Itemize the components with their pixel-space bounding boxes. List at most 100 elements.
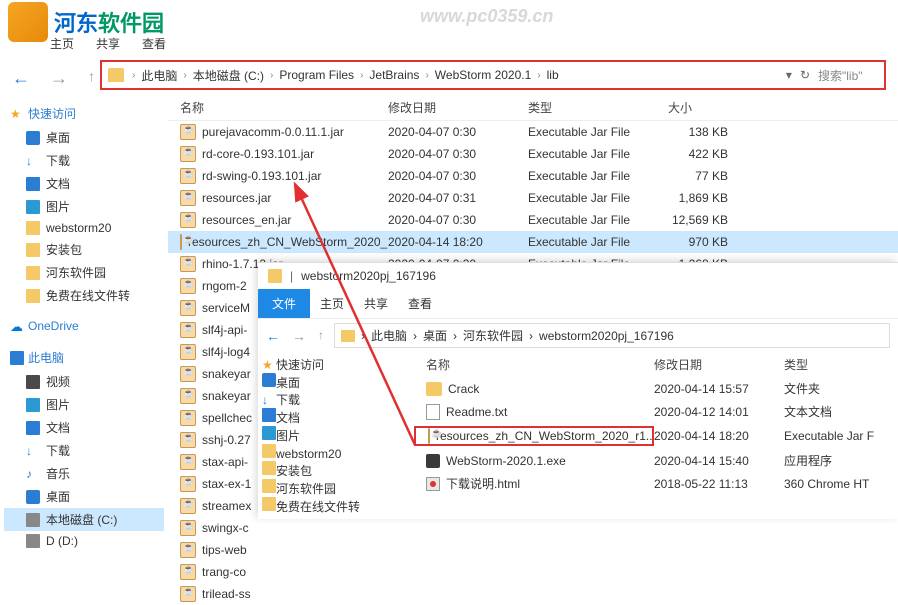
file-row[interactable]: 下载说明.html2018-05-22 11:13360 Chrome HT: [414, 472, 898, 495]
this-pc[interactable]: 此电脑: [4, 345, 164, 370]
chevron-right-icon: ›: [425, 70, 428, 81]
file-row[interactable]: Crack2020-04-14 15:57文件夹: [414, 377, 898, 400]
sidebar-item-pictures[interactable]: 图片: [4, 393, 164, 416]
header-date[interactable]: 修改日期: [654, 356, 784, 373]
nav-back-icon[interactable]: ←: [266, 328, 280, 344]
breadcrumb-part[interactable]: 河东软件园: [463, 327, 523, 344]
tab-home[interactable]: 主页: [310, 289, 354, 318]
header-type[interactable]: 类型: [528, 99, 668, 116]
disk-icon: [26, 534, 40, 548]
sidebar-item-folder[interactable]: webstorm20: [262, 444, 410, 461]
file-row[interactable]: resources_en.jar2020-04-07 0:30Executabl…: [168, 209, 898, 231]
nav-up-icon[interactable]: ↑: [318, 328, 324, 344]
sidebar-item-desktop[interactable]: 桌面: [4, 485, 164, 508]
breadcrumb-part[interactable]: JetBrains: [369, 68, 419, 82]
file-row[interactable]: resources_zh_CN_WebStorm_2020_r1...2020-…: [414, 423, 898, 449]
file-date: 2020-04-14 15:40: [654, 454, 784, 468]
file-row[interactable]: purejavacomm-0.0.11.1.jar2020-04-07 0:30…: [168, 121, 898, 143]
picture-icon: [26, 398, 40, 412]
quick-access[interactable]: 快速访问: [4, 101, 164, 126]
tab-share[interactable]: 共享: [94, 31, 122, 56]
file-row[interactable]: resources_zh_CN_WebStorm_2020_r1...2020-…: [168, 231, 898, 253]
tab-view[interactable]: 查看: [140, 31, 168, 56]
header-name[interactable]: 名称: [414, 356, 654, 373]
header-size[interactable]: 大小: [668, 99, 748, 116]
sidebar-item-folder[interactable]: 免费在线文件转: [4, 284, 164, 307]
nav-back-icon[interactable]: ←: [12, 68, 30, 89]
file-row[interactable]: rd-swing-0.193.101.jar2020-04-07 0:30Exe…: [168, 165, 898, 187]
sidebar-item-desktop[interactable]: 桌面: [262, 373, 410, 391]
sidebar-item-downloads[interactable]: 下载: [4, 439, 164, 462]
file-row[interactable]: WebStorm-2020.1.exe2020-04-14 15:40应用程序: [414, 449, 898, 472]
file-row[interactable]: resources.jar2020-04-07 0:31Executable J…: [168, 187, 898, 209]
sidebar-item-downloads[interactable]: 下载: [262, 391, 410, 408]
breadcrumb-part[interactable]: 此电脑: [371, 327, 407, 344]
breadcrumb-part[interactable]: 此电脑: [141, 67, 177, 84]
star-icon: [262, 358, 276, 372]
sidebar-item-disk-c[interactable]: 本地磁盘 (C:): [4, 508, 164, 531]
refresh-icon[interactable]: ↻: [800, 68, 810, 82]
breadcrumb-part[interactable]: Program Files: [279, 68, 354, 82]
breadcrumb-part[interactable]: WebStorm 2020.1: [435, 68, 532, 82]
onedrive[interactable]: OneDrive: [4, 315, 164, 337]
file-name: snakeyar: [202, 389, 251, 403]
picture-icon: [26, 200, 40, 214]
sidebar-item-folder[interactable]: 河东软件园: [4, 261, 164, 284]
breadcrumb-part[interactable]: webstorm2020pj_167196: [539, 329, 674, 343]
sidebar-item-folder[interactable]: 免费在线文件转: [262, 497, 410, 515]
folder-icon: [108, 68, 124, 82]
tab-view[interactable]: 查看: [398, 289, 442, 318]
file-row[interactable]: trilead-ss: [168, 583, 898, 605]
file-tab[interactable]: 文件: [258, 289, 310, 318]
file-name: spellchec: [202, 411, 252, 425]
sidebar-item-pictures[interactable]: 图片: [4, 195, 164, 218]
file-name: resources_en.jar: [202, 213, 291, 227]
sidebar-item-documents[interactable]: 文档: [4, 416, 164, 439]
address-bar[interactable]: › 此电脑 › 桌面 › 河东软件园 › webstorm2020pj_1671…: [334, 323, 890, 348]
sidebar-item-folder[interactable]: 河东软件园: [262, 479, 410, 497]
file-row[interactable]: tips-web: [168, 539, 898, 561]
tab-home[interactable]: 主页: [48, 31, 76, 56]
file-row[interactable]: Readme.txt2020-04-12 14:01文本文档: [414, 400, 898, 423]
file-row[interactable]: rd-core-0.193.101.jar2020-04-07 0:30Exec…: [168, 143, 898, 165]
sidebar-item-desktop[interactable]: 桌面: [4, 126, 164, 149]
dropdown-icon[interactable]: ▾: [786, 68, 792, 82]
sidebar-item-folder[interactable]: 安装包: [4, 238, 164, 261]
sidebar-item-videos[interactable]: 视频: [4, 370, 164, 393]
file-type: Executable Jar File: [528, 213, 668, 227]
file-name: serviceM: [202, 301, 250, 315]
sidebar-item-documents[interactable]: 文档: [4, 172, 164, 195]
header-type[interactable]: 类型: [784, 356, 894, 373]
breadcrumb-part[interactable]: 本地磁盘 (C:): [193, 67, 264, 84]
breadcrumb-part[interactable]: 桌面: [423, 327, 447, 344]
file-row[interactable]: trang-co: [168, 561, 898, 583]
chevron-right-icon: ›: [529, 329, 533, 343]
file-date: 2020-04-07 0:30: [388, 169, 528, 183]
header-date[interactable]: 修改日期: [388, 99, 528, 116]
nav-forward-icon[interactable]: →: [292, 328, 306, 344]
tab-share[interactable]: 共享: [354, 289, 398, 318]
sidebar-item-documents[interactable]: 文档: [262, 408, 410, 426]
sidebar-item-downloads[interactable]: 下载: [4, 149, 164, 172]
jar-icon: [180, 498, 196, 514]
file-date: 2020-04-07 0:30: [388, 125, 528, 139]
header-name[interactable]: 名称: [168, 99, 388, 116]
breadcrumb[interactable]: › 此电脑 › 本地磁盘 (C:) › Program Files › JetB…: [132, 67, 786, 84]
chevron-right-icon: ›: [360, 70, 363, 81]
sidebar-item-folder[interactable]: 安装包: [262, 461, 410, 479]
search-input[interactable]: 搜索"lib": [818, 67, 878, 84]
address-bar[interactable]: › 此电脑 › 本地磁盘 (C:) › Program Files › JetB…: [100, 60, 886, 90]
sidebar-item-music[interactable]: 音乐: [4, 462, 164, 485]
breadcrumb-part[interactable]: lib: [547, 68, 559, 82]
jar-icon: [180, 454, 196, 470]
file-type: Executable Jar File: [528, 125, 668, 139]
file-name: resources_zh_CN_WebStorm_2020_r1...: [188, 235, 388, 249]
file-row[interactable]: swingx-c: [168, 517, 898, 539]
file-size: 970 KB: [668, 235, 748, 249]
nav-up-icon[interactable]: ↑: [88, 68, 95, 89]
sidebar-item-pictures[interactable]: 图片: [262, 426, 410, 444]
sidebar-item-folder[interactable]: webstorm20: [4, 218, 164, 238]
sidebar-item-disk-d[interactable]: D (D:): [4, 531, 164, 551]
nav-forward-icon[interactable]: →: [50, 68, 68, 89]
quick-access[interactable]: 快速访问: [262, 356, 410, 373]
